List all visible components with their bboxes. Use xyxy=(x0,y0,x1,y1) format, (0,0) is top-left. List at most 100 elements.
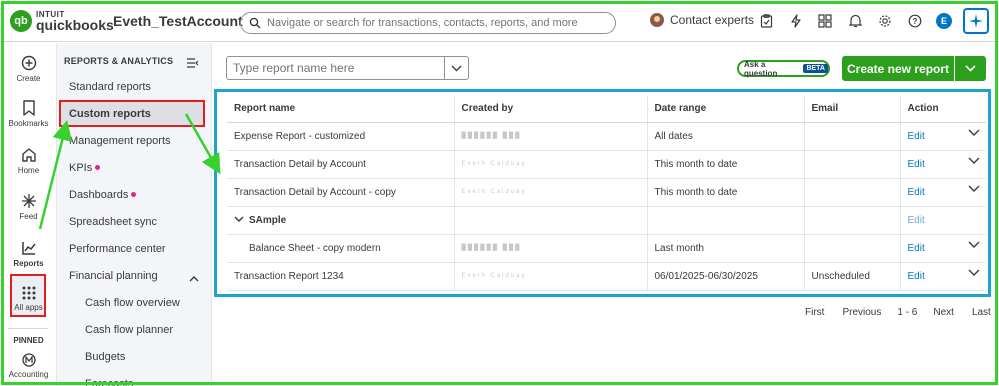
edit-link[interactable]: Edit xyxy=(908,243,925,254)
lightning-icon[interactable] xyxy=(788,13,804,29)
nav-dashboards[interactable]: Dashboards xyxy=(69,189,137,201)
edit-link[interactable]: Edit xyxy=(908,159,925,170)
group-name-cell[interactable]: SAmple xyxy=(227,206,455,235)
column-header[interactable]: Email xyxy=(804,96,901,123)
nav-budgets[interactable]: Budgets xyxy=(85,351,125,363)
created-by-cell: ██████ ███ xyxy=(454,122,648,151)
created-by-cell xyxy=(454,206,648,235)
report-name-input[interactable] xyxy=(227,57,444,79)
subnav-title: REPORTS & ANALYTICS xyxy=(64,56,174,66)
apps-switch-icon[interactable] xyxy=(817,13,833,29)
report-search-dropdown[interactable] xyxy=(444,57,468,79)
rail-label: Feed xyxy=(19,212,38,221)
global-search-input[interactable] xyxy=(267,17,607,29)
nav-financial-planning[interactable]: Financial planning xyxy=(69,270,158,282)
report-name-cell[interactable]: Transaction Detail by Account xyxy=(227,150,455,179)
icon-rail: Create Bookmarks Home Feed Reports All a… xyxy=(0,43,57,386)
nav-spreadsheet-sync[interactable]: Spreadsheet sync xyxy=(69,216,157,228)
report-name-search[interactable] xyxy=(226,56,469,80)
ask-question-button[interactable]: Ask a question BETA xyxy=(737,59,830,78)
email-cell xyxy=(804,234,901,263)
rail-label: Home xyxy=(17,166,40,175)
nav-management-reports[interactable]: Management reports xyxy=(69,135,171,147)
report-name-cell[interactable]: Transaction Report 1234 xyxy=(227,262,455,291)
action-cell: Edit xyxy=(900,206,986,235)
report-name-cell[interactable]: Balance Sheet - copy modern xyxy=(227,234,455,263)
email-cell xyxy=(804,150,901,179)
column-header: Action xyxy=(900,96,986,123)
rail-item-home[interactable]: Home xyxy=(0,147,57,175)
clipboard-icon[interactable] xyxy=(758,13,774,29)
nav-custom-reports[interactable]: Custom reports xyxy=(59,100,205,127)
pager-range: 1 - 6 xyxy=(897,307,918,318)
contact-experts-label: Contact experts xyxy=(670,13,755,27)
create-new-report-button[interactable]: Create new report xyxy=(842,56,954,81)
table-row: Transaction Detail by Account Eveth Cald… xyxy=(227,150,986,179)
pager-last[interactable]: Last xyxy=(972,307,991,318)
chevron-down-icon[interactable] xyxy=(968,129,980,140)
rail-item-all-apps[interactable]: All apps xyxy=(0,286,57,312)
chevron-down-icon[interactable] xyxy=(968,157,980,168)
rail-item-reports[interactable]: Reports xyxy=(0,240,57,268)
created-by-cell: Eveth Calduay xyxy=(454,150,648,179)
nav-cash-flow-overview[interactable]: Cash flow overview xyxy=(85,297,180,309)
edit-link[interactable]: Edit xyxy=(908,215,925,226)
chevron-down-icon[interactable] xyxy=(968,241,980,252)
custom-reports-table-highlight: Report name Created by Date range Email … xyxy=(214,89,991,297)
edit-link[interactable]: Edit xyxy=(908,187,925,198)
report-name-cell[interactable]: Expense Report - customized xyxy=(227,122,455,151)
nav-cash-flow-planner[interactable]: Cash flow planner xyxy=(85,324,173,336)
created-by-cell: Eveth Calduay xyxy=(454,262,648,291)
pagination: First Previous 1 - 6 Next Last xyxy=(805,307,991,318)
create-report-dropdown[interactable] xyxy=(954,56,986,81)
date-range-cell: All dates xyxy=(647,122,805,151)
sparkle-icon xyxy=(969,14,983,28)
global-search[interactable] xyxy=(240,12,616,34)
bell-icon[interactable] xyxy=(847,13,863,29)
chevron-down-icon[interactable] xyxy=(968,185,980,196)
collapse-menu-icon[interactable] xyxy=(187,55,199,73)
top-bar: qb INTUIT quickbooks Eveth_TestAccount C… xyxy=(0,0,999,42)
nav-performance-center[interactable]: Performance center xyxy=(69,243,166,255)
pager-previous[interactable]: Previous xyxy=(842,307,881,318)
new-dot-icon xyxy=(95,165,101,170)
edit-link[interactable]: Edit xyxy=(908,271,925,282)
account-name[interactable]: Eveth_TestAccount xyxy=(113,13,243,29)
rail-item-accounting[interactable]: Accounting xyxy=(0,353,57,379)
user-avatar[interactable]: E xyxy=(936,13,952,29)
rail-item-create[interactable]: Create xyxy=(0,55,57,83)
action-cell: Edit xyxy=(900,178,986,207)
report-name-cell[interactable]: Transaction Detail by Account - copy xyxy=(227,178,455,207)
bar-chart-icon xyxy=(21,242,36,255)
reports-subnav: REPORTS & ANALYTICS Standard reports Cus… xyxy=(57,43,212,386)
help-icon[interactable]: ? xyxy=(907,13,923,29)
nav-forecasts[interactable]: Forecasts xyxy=(85,378,133,386)
bookmark-icon xyxy=(22,100,35,116)
email-cell: Unscheduled xyxy=(804,262,901,291)
chevron-up-icon[interactable] xyxy=(189,270,199,288)
column-header[interactable]: Report name xyxy=(227,96,455,123)
action-cell: Edit xyxy=(900,150,986,179)
quickbooks-logo[interactable]: qb INTUIT quickbooks xyxy=(10,10,114,32)
column-header[interactable]: Created by xyxy=(454,96,648,123)
contact-experts-button[interactable]: Contact experts xyxy=(650,13,754,27)
rail-item-feed[interactable]: Feed xyxy=(0,193,57,221)
column-header[interactable]: Date range xyxy=(647,96,805,123)
nav-standard-reports[interactable]: Standard reports xyxy=(69,81,151,93)
chevron-down-icon[interactable] xyxy=(234,215,244,226)
date-range-cell: 06/01/2025-06/30/2025 xyxy=(647,262,805,291)
pager-first[interactable]: First xyxy=(805,307,824,318)
action-cell: Edit xyxy=(900,234,986,263)
ai-assistant-button[interactable] xyxy=(963,8,989,34)
edit-link[interactable]: Edit xyxy=(908,131,925,142)
chevron-down-icon[interactable] xyxy=(968,269,980,280)
ask-question-label: Ask a question xyxy=(744,59,778,78)
new-dot-icon xyxy=(131,192,137,197)
nav-kpis[interactable]: KPIs xyxy=(69,162,101,174)
rail-item-bookmarks[interactable]: Bookmarks xyxy=(0,100,57,128)
rail-divider xyxy=(8,328,48,329)
pager-next[interactable]: Next xyxy=(933,307,954,318)
rail-label: Reports xyxy=(13,259,44,268)
gear-icon[interactable] xyxy=(877,13,893,29)
plus-circle-icon xyxy=(21,55,36,71)
